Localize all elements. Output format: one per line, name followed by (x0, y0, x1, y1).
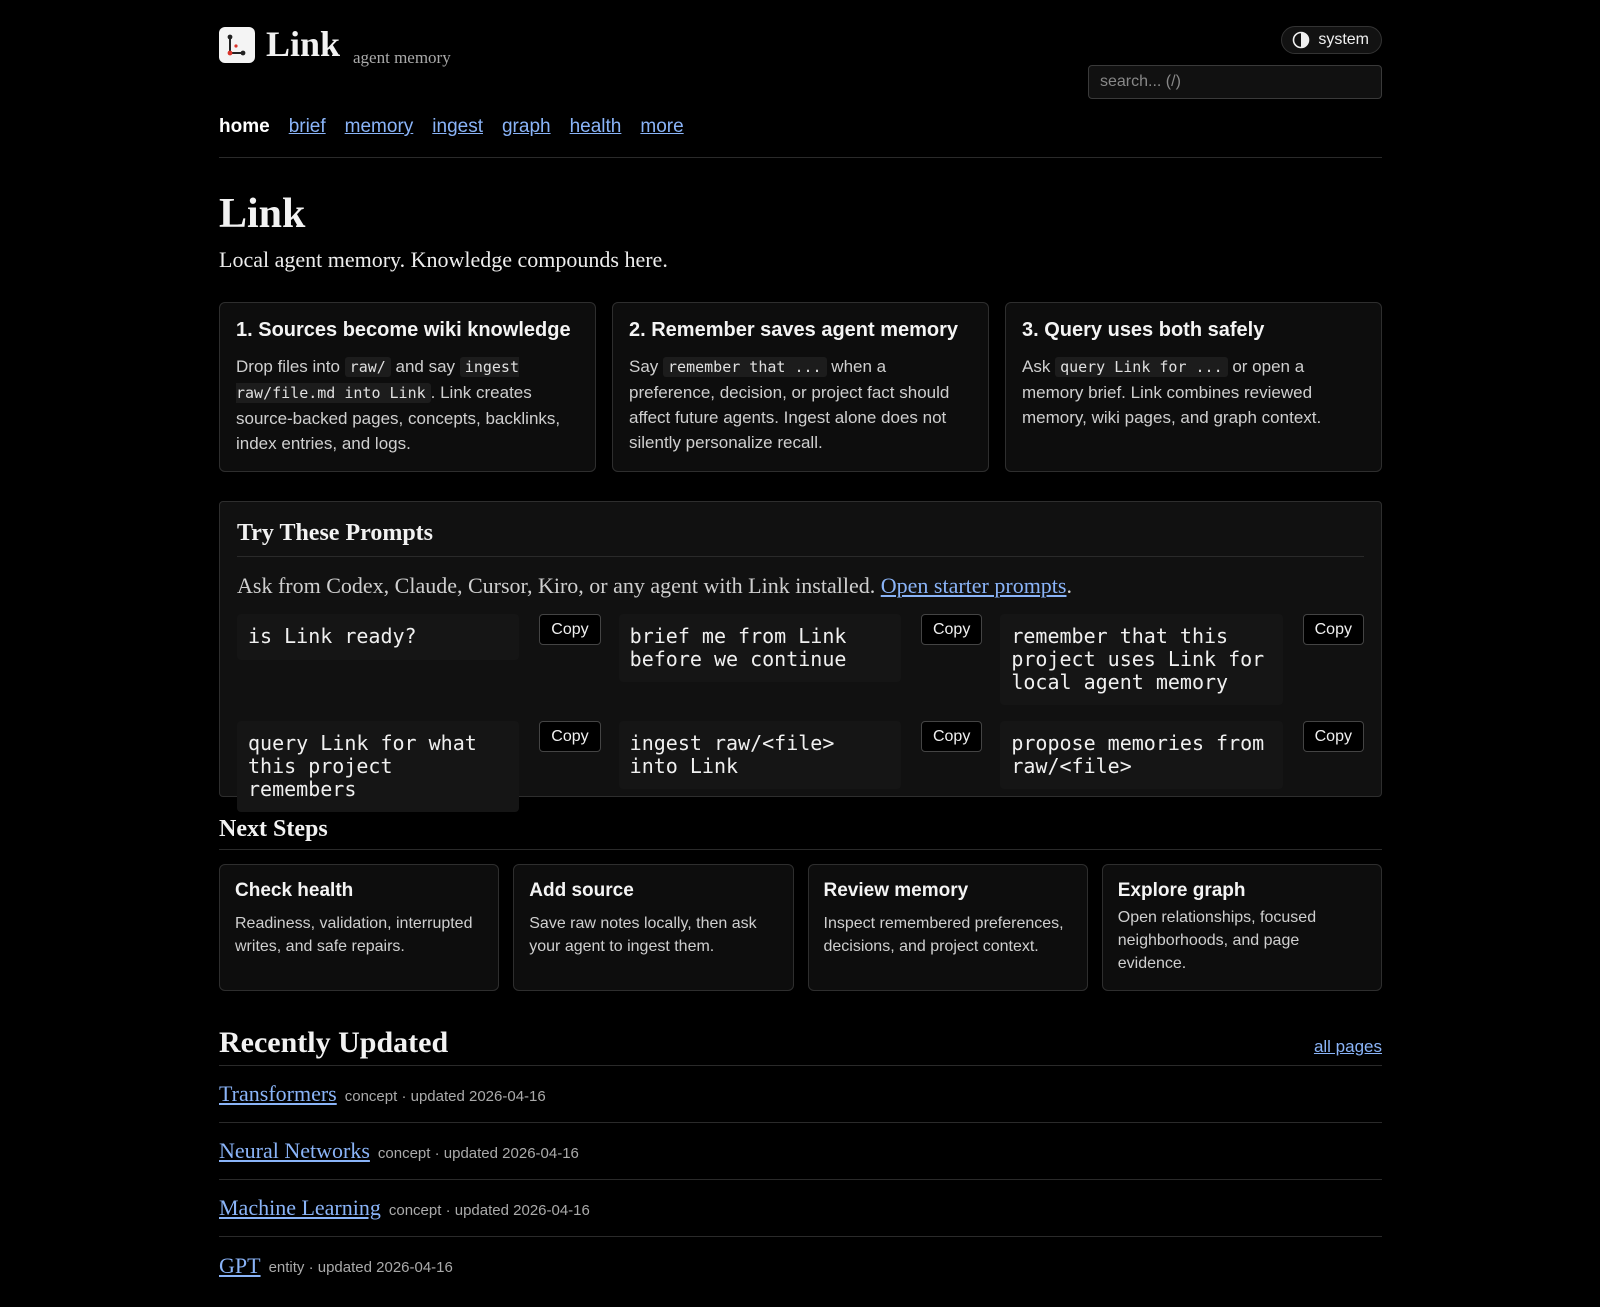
feature-card-remember: 2. Remember saves agent memory Say remem… (612, 302, 989, 472)
prompts-title: Try These Prompts (237, 520, 1364, 557)
page-link[interactable]: Neural Networks (219, 1138, 370, 1164)
feature-card-text: Ask query Link for ... or open a memory … (1022, 357, 1322, 427)
step-card-review-memory[interactable]: Review memory Inspect remembered prefere… (807, 864, 1088, 991)
prompt-text: is Link ready? (237, 614, 520, 660)
brand-name[interactable]: Link (266, 24, 340, 64)
nav-brief[interactable]: brief (289, 116, 326, 138)
prompt-item: propose memories from raw/<file> Copy (1000, 721, 1364, 812)
next-steps-title: Next Steps (219, 816, 328, 842)
list-item: GPT entity · updated 2026-04-16 (219, 1237, 1382, 1294)
step-card-check-health[interactable]: Check health Readiness, validation, inte… (219, 864, 500, 991)
prompt-item: query Link for what this project remembe… (237, 721, 601, 812)
prompt-item: brief me from Link before we continue Co… (618, 614, 983, 705)
step-card-title: Add source (529, 880, 634, 901)
next-steps-divider (219, 849, 1382, 850)
page-meta: entity · updated 2026-04-16 (268, 1259, 453, 1276)
step-card-desc: Inspect remembered preferences, decision… (823, 915, 1064, 955)
brand-tagline: agent memory (353, 48, 451, 67)
copy-button[interactable]: Copy (1302, 721, 1364, 752)
search-input[interactable] (1088, 65, 1382, 99)
page-meta: concept · updated 2026-04-16 (377, 1144, 579, 1162)
nav-ingest[interactable]: ingest (432, 116, 483, 138)
theme-toggle-button[interactable]: system (1281, 26, 1382, 54)
feature-card-text: Say remember that ... when a preference,… (629, 357, 950, 452)
prompts-intro: Ask from Codex, Claude, Cursor, Kiro, or… (237, 573, 1072, 598)
feature-card-title: 2. Remember saves agent memory (629, 319, 959, 341)
step-card-desc: Readiness, validation, interrupted write… (235, 915, 473, 955)
prompt-text: remember that this project uses Link for… (1000, 614, 1283, 705)
nav-home[interactable]: home (219, 116, 270, 138)
theme-label: system (1318, 31, 1369, 48)
page-subtitle: Local agent memory. Knowledge compounds … (219, 247, 668, 272)
feature-card-title: 3. Query uses both safely (1022, 319, 1265, 341)
step-card-title: Explore graph (1117, 880, 1246, 901)
nav-graph[interactable]: graph (502, 116, 551, 138)
nav-memory[interactable]: memory (345, 116, 414, 138)
main-nav: home brief memory ingest graph health mo… (219, 116, 684, 138)
copy-button[interactable]: Copy (539, 614, 601, 645)
copy-button[interactable]: Copy (920, 614, 983, 645)
prompt-text: brief me from Link before we continue (618, 614, 901, 682)
step-card-explore-graph[interactable]: Explore graph Open relationships, focuse… (1101, 864, 1382, 991)
nav-more[interactable]: more (640, 116, 683, 138)
prompt-item: ingest raw/<file> into Link Copy (618, 721, 983, 812)
list-item: Machine Learning concept · updated 2026-… (219, 1180, 1382, 1237)
logo-icon[interactable] (219, 27, 255, 63)
recent-list: Transformers concept · updated 2026-04-1… (219, 1066, 1382, 1294)
step-card-desc: Save raw notes locally, then ask your ag… (529, 915, 757, 955)
page: Link agent memory system home brief memo… (219, 0, 1382, 1278)
page-meta: concept · updated 2026-04-16 (344, 1087, 546, 1105)
step-card-title: Review memory (823, 880, 969, 901)
feature-card-title: 1. Sources become wiki knowledge (236, 319, 571, 341)
prompt-item: remember that this project uses Link for… (1000, 614, 1364, 705)
prompt-grid: is Link ready? Copy brief me from Link b… (237, 614, 1364, 812)
step-card-desc: Open relationships, focused neighborhood… (1117, 909, 1317, 972)
site-header: Link agent memory system home brief memo… (219, 0, 1382, 137)
nav-health[interactable]: health (570, 116, 622, 138)
step-card-title: Check health (235, 880, 354, 901)
feature-cards: 1. Sources become wiki knowledge Drop fi… (219, 302, 1382, 472)
page-meta: concept · updated 2026-04-16 (388, 1201, 590, 1219)
copy-button[interactable]: Copy (920, 721, 983, 752)
recent-title: Recently Updated (219, 1026, 449, 1059)
all-pages-link[interactable]: all pages (1314, 1037, 1382, 1057)
feature-card-sources: 1. Sources become wiki knowledge Drop fi… (219, 302, 596, 472)
page-link[interactable]: Machine Learning (219, 1195, 381, 1221)
next-steps-cards: Check health Readiness, validation, inte… (219, 864, 1382, 991)
page-title: Link (219, 191, 306, 237)
contrast-icon (1293, 31, 1310, 49)
step-card-add-source[interactable]: Add source Save raw notes locally, then … (513, 864, 794, 991)
feature-card-query: 3. Query uses both safely Ask query Link… (1005, 302, 1382, 472)
page-link[interactable]: GPT (219, 1253, 261, 1279)
prompt-text: query Link for what this project remembe… (237, 721, 520, 812)
prompt-item: is Link ready? Copy (237, 614, 601, 705)
prompt-text: ingest raw/<file> into Link (618, 721, 901, 789)
feature-card-text: Drop files into raw/ and say ingest raw/… (236, 357, 561, 453)
prompts-panel: Try These Prompts Ask from Codex, Claude… (219, 501, 1382, 812)
list-item: Neural Networks concept · updated 2026-0… (219, 1123, 1382, 1180)
copy-button[interactable]: Copy (1302, 614, 1364, 645)
copy-button[interactable]: Copy (539, 721, 601, 752)
prompt-text: propose memories from raw/<file> (1000, 721, 1283, 789)
page-link[interactable]: Transformers (219, 1081, 337, 1107)
list-item: Transformers concept · updated 2026-04-1… (219, 1066, 1382, 1123)
starter-prompts-link[interactable]: Open starter prompts (881, 573, 1067, 598)
header-divider (219, 157, 1382, 158)
